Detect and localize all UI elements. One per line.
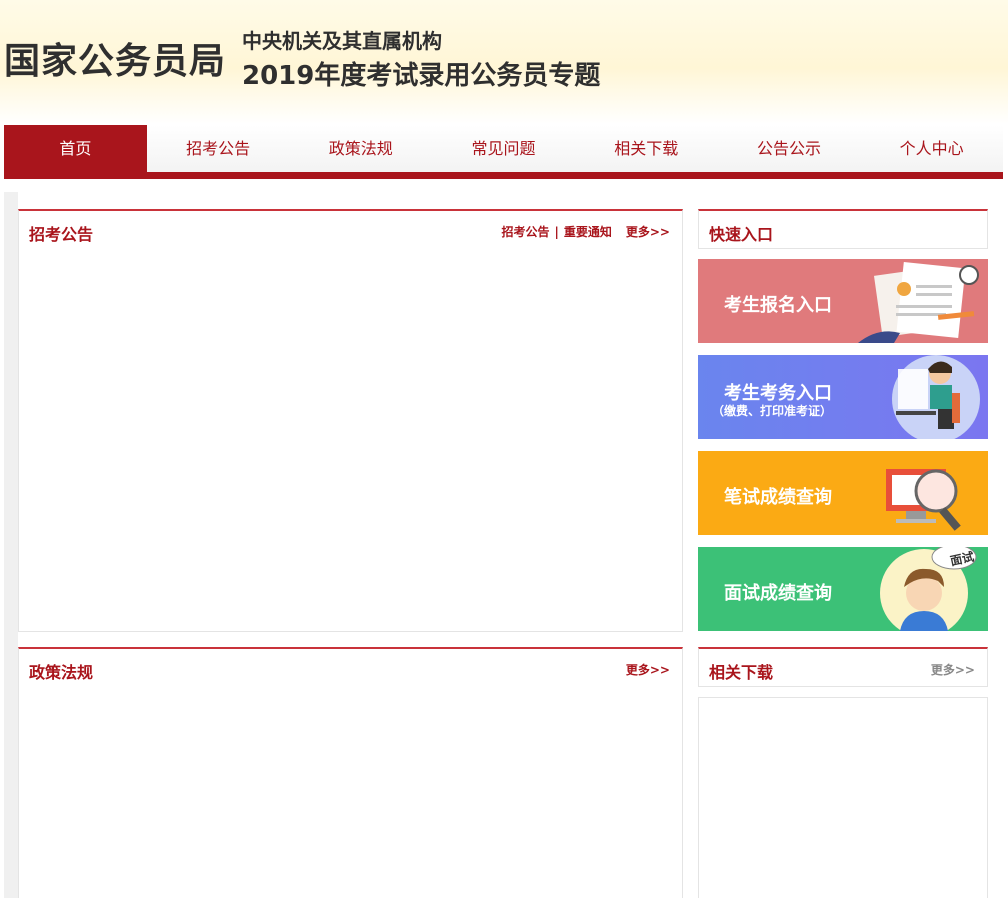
site-brand[interactable]: 国家公务员局 <box>4 42 226 82</box>
nav-item-announcements[interactable]: 招考公告 <box>147 125 290 172</box>
policies-links: 更多>> <box>626 661 670 678</box>
announcements-title: 招考公告 <box>29 225 94 244</box>
announcements-tab-link[interactable]: 招考公告 <box>501 225 549 239</box>
page-header: 国家公务员局 中央机关及其直属机构 2019年度考试录用公务员专题 <box>0 0 1008 124</box>
announcements-more-link[interactable]: 更多>> <box>626 225 670 239</box>
downloads-panel: 相关下载 更多>> <box>698 647 988 687</box>
nav-item-home[interactable]: 首页 <box>4 125 147 172</box>
exam-affairs-entry-button[interactable]: 考生考务入口 （缴费、打印准考证） <box>698 355 988 439</box>
downloads-links: 更多>> <box>931 661 975 678</box>
written-score-query-label: 笔试成绩查询 <box>724 487 832 508</box>
main-nav: 首页 招考公告 政策法规 常见问题 相关下载 公告公示 个人中心 <box>4 125 1003 179</box>
document-signing-icon <box>858 261 979 343</box>
nav-item-downloads[interactable]: 相关下载 <box>575 125 718 172</box>
important-notice-link[interactable]: 重要通知 <box>564 225 612 239</box>
interview-score-query-button[interactable]: 面试成绩查询 面试 <box>698 547 988 631</box>
downloads-more-link[interactable]: 更多>> <box>931 663 975 677</box>
interview-score-query-label: 面试成绩查询 <box>724 583 832 604</box>
header-subtitle-line1: 中央机关及其直属机构 <box>242 29 442 53</box>
downloads-title: 相关下载 <box>709 663 774 682</box>
written-score-query-button[interactable]: 笔试成绩查询 <box>698 451 988 535</box>
nav-item-notices[interactable]: 公告公示 <box>718 125 861 172</box>
policies-more-link[interactable]: 更多>> <box>626 663 670 677</box>
downloads-list <box>698 697 988 898</box>
policies-panel: 政策法规 更多>> <box>18 647 683 898</box>
monitor-magnifier-icon <box>886 469 961 531</box>
header-subtitle-line2: 2019年度考试录用公务员专题 <box>242 61 601 91</box>
student-at-computer-icon <box>892 355 980 439</box>
announcements-panel: 招考公告 招考公告 | 重要通知 更多>> <box>18 209 683 632</box>
registration-entry-button[interactable]: 考生报名入口 <box>698 259 988 343</box>
nav-item-policies[interactable]: 政策法规 <box>289 125 432 172</box>
link-separator: | <box>554 225 559 239</box>
registration-entry-label: 考生报名入口 <box>724 295 832 316</box>
nav-item-personal-center[interactable]: 个人中心 <box>860 125 1003 172</box>
exam-affairs-entry-sublabel: （缴费、打印准考证） <box>712 404 833 418</box>
quick-entry-panel: 快速入口 <box>698 209 988 249</box>
quick-entry-title: 快速入口 <box>709 225 774 244</box>
nav-item-faq[interactable]: 常见问题 <box>432 125 575 172</box>
announcements-links: 招考公告 | 重要通知 更多>> <box>501 223 670 240</box>
policies-title: 政策法规 <box>29 663 94 682</box>
